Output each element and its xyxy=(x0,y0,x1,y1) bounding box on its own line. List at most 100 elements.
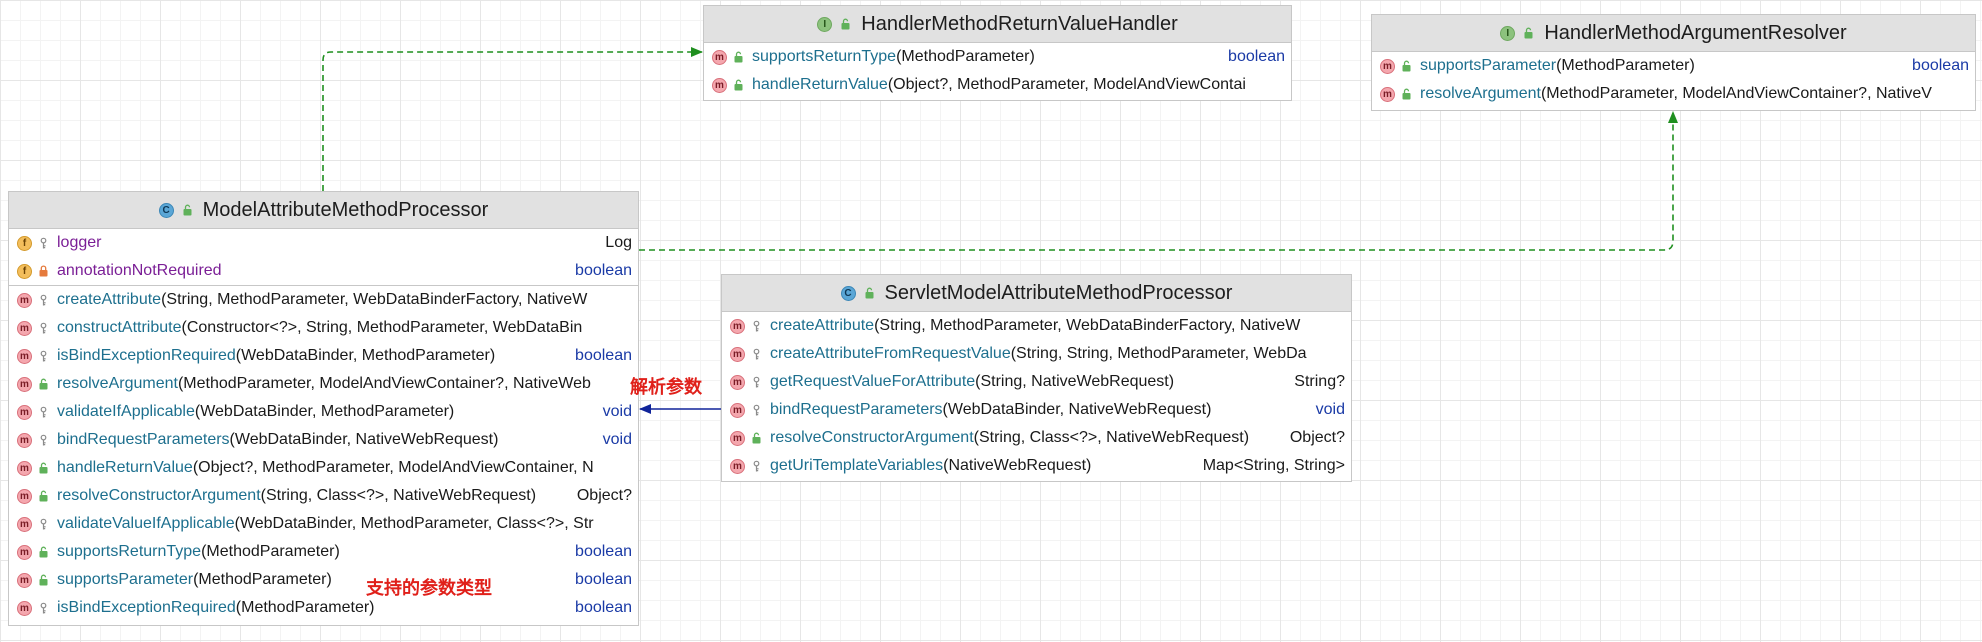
method-icon: m xyxy=(17,320,32,336)
method-icon: m xyxy=(17,600,32,616)
method-icon: m xyxy=(730,430,745,446)
field-icon: f xyxy=(17,235,32,251)
method-row[interactable]: m createAttribute (String, MethodParamete… xyxy=(722,312,1351,340)
return-type: boolean xyxy=(571,566,632,594)
package-visibility-icon xyxy=(38,237,49,249)
methods-section: m supportsParameter (MethodParameter) boo… xyxy=(1372,52,1975,108)
method-params: (WebDataBinder, MethodParameter, Class<?… xyxy=(234,515,594,532)
method-row[interactable]: m supportsReturnType (MethodParameter) bo… xyxy=(9,538,638,566)
method-row[interactable]: m resolveArgument (MethodParameter, Model… xyxy=(9,370,638,398)
return-type: boolean xyxy=(1908,52,1969,80)
method-row[interactable]: m bindRequestParameters (WebDataBinder, N… xyxy=(722,396,1351,424)
field-name: logger xyxy=(57,234,102,251)
method-params: (MethodParameter) xyxy=(1556,57,1695,74)
method-name: supportsParameter xyxy=(1420,57,1557,74)
methods-section: m supportsReturnType (MethodParameter) bo… xyxy=(704,43,1291,99)
public-visibility-icon xyxy=(840,18,851,30)
package-visibility-icon xyxy=(38,518,49,530)
return-type: void xyxy=(1311,396,1345,424)
method-icon: m xyxy=(17,404,32,420)
public-visibility-icon xyxy=(182,204,193,216)
method-name: isBindExceptionRequired xyxy=(57,599,236,616)
package-visibility-icon xyxy=(751,376,762,388)
method-params: (MethodParameter) xyxy=(201,543,340,560)
return-type: String? xyxy=(1290,368,1345,396)
interface-handler-method-return-value-handler[interactable]: I HandlerMethodReturnValueHandler m supp… xyxy=(703,5,1292,101)
method-row[interactable]: m supportsParameter (MethodParameter) boo… xyxy=(1372,52,1975,80)
method-icon: m xyxy=(1380,86,1395,102)
method-name: getUriTemplateVariables xyxy=(770,457,944,474)
method-row[interactable]: m supportsReturnType (MethodParameter) bo… xyxy=(704,43,1291,71)
uml-diagram-canvas: I HandlerMethodReturnValueHandler m supp… xyxy=(0,0,1982,642)
public-visibility-icon xyxy=(733,79,744,91)
method-row[interactable]: m resolveConstructorArgument (String, Cla… xyxy=(9,482,638,510)
field-type: Log xyxy=(601,229,632,257)
method-params: (String, MethodParameter, WebDataBinderF… xyxy=(161,291,588,308)
method-name: resolveArgument xyxy=(57,375,178,392)
method-params: (WebDataBinder, NativeWebRequest) xyxy=(229,431,499,448)
field-row[interactable]: f logger Log xyxy=(9,229,638,257)
class-title: ServletModelAttributeMethodProcessor xyxy=(884,281,1233,304)
package-visibility-icon xyxy=(38,602,49,614)
field-row[interactable]: f annotationNotRequired boolean xyxy=(9,257,638,285)
method-row[interactable]: m isBindExceptionRequired (MethodParamete… xyxy=(9,594,638,622)
return-type: Map<String, String> xyxy=(1198,452,1345,480)
method-icon: m xyxy=(17,544,32,560)
uml-header: I HandlerMethodReturnValueHandler xyxy=(704,6,1291,43)
method-name: createAttribute xyxy=(770,317,875,334)
uml-header: C ServletModelAttributeMethodProcessor xyxy=(722,275,1351,312)
method-row[interactable]: m createAttributeFromRequestValue (String… xyxy=(722,340,1351,368)
annotation-supported-param-types: 支持的参数类型 xyxy=(366,578,492,599)
interface-icon: I xyxy=(817,16,833,32)
return-type: boolean xyxy=(571,538,632,566)
field-name: annotationNotRequired xyxy=(57,262,222,279)
method-name: supportsReturnType xyxy=(752,48,897,65)
uml-header: I HandlerMethodArgumentResolver xyxy=(1372,15,1975,52)
method-row[interactable]: m validateIfApplicable (WebDataBinder, Me… xyxy=(9,398,638,426)
method-icon: m xyxy=(730,318,745,334)
method-row[interactable]: m bindRequestParameters (WebDataBinder, N… xyxy=(9,426,638,454)
method-icon: m xyxy=(730,402,745,418)
public-visibility-icon xyxy=(38,490,49,502)
method-row[interactable]: m constructAttribute (Constructor<?>, Str… xyxy=(9,314,638,342)
field-icon: f xyxy=(17,263,32,279)
edge-implements-return-value-handler xyxy=(322,47,703,191)
package-visibility-icon xyxy=(38,322,49,334)
method-row[interactable]: m handleReturnValue (Object?, MethodParam… xyxy=(704,71,1291,99)
method-name: bindRequestParameters xyxy=(770,401,943,418)
field-type: boolean xyxy=(571,257,632,285)
class-servlet-model-attribute-method-processor[interactable]: C ServletModelAttributeMethodProcessor m… xyxy=(721,274,1352,482)
method-name: handleReturnValue xyxy=(752,76,888,93)
package-visibility-icon xyxy=(38,434,49,446)
method-row[interactable]: m resolveConstructorArgument (String, Cla… xyxy=(722,424,1351,452)
method-icon: m xyxy=(17,488,32,504)
method-row[interactable]: m getRequestValueForAttribute (String, Na… xyxy=(722,368,1351,396)
method-row[interactable]: m isBindExceptionRequired (WebDataBinder,… xyxy=(9,342,638,370)
package-visibility-icon xyxy=(751,460,762,472)
method-icon: m xyxy=(730,346,745,362)
method-icon: m xyxy=(17,376,32,392)
fields-section: f logger Log f annotationNotRequired boo… xyxy=(9,229,638,286)
method-icon: m xyxy=(17,516,32,532)
method-name: validateIfApplicable xyxy=(57,403,195,420)
edge-implements-argument-resolver xyxy=(639,111,1678,251)
method-row[interactable]: m handleReturnValue (Object?, MethodParam… xyxy=(9,454,638,482)
method-icon: m xyxy=(1380,58,1395,74)
public-visibility-icon xyxy=(38,574,49,586)
method-row[interactable]: m validateValueIfApplicable (WebDataBinde… xyxy=(9,510,638,538)
public-visibility-icon xyxy=(733,51,744,63)
method-params: (WebDataBinder, MethodParameter) xyxy=(194,403,455,420)
method-row[interactable]: m getUriTemplateVariables (NativeWebReque… xyxy=(722,452,1351,480)
method-row[interactable]: m supportsParameter (MethodParameter) boo… xyxy=(9,566,638,594)
methods-section: m createAttribute (String, MethodParamete… xyxy=(722,312,1351,480)
class-model-attribute-method-processor[interactable]: C ModelAttributeMethodProcessor f logger… xyxy=(8,191,639,626)
method-row[interactable]: m resolveArgument (MethodParameter, Model… xyxy=(1372,80,1975,108)
method-icon: m xyxy=(730,458,745,474)
method-name: getRequestValueForAttribute xyxy=(770,373,976,390)
public-visibility-icon xyxy=(1401,88,1412,100)
method-name: createAttribute xyxy=(57,291,162,308)
method-row[interactable]: m createAttribute (String, MethodParamete… xyxy=(9,286,638,314)
private-visibility-icon xyxy=(38,265,49,277)
interface-handler-method-argument-resolver[interactable]: I HandlerMethodArgumentResolver m suppor… xyxy=(1371,14,1976,111)
method-params: (WebDataBinder, NativeWebRequest) xyxy=(942,401,1212,418)
